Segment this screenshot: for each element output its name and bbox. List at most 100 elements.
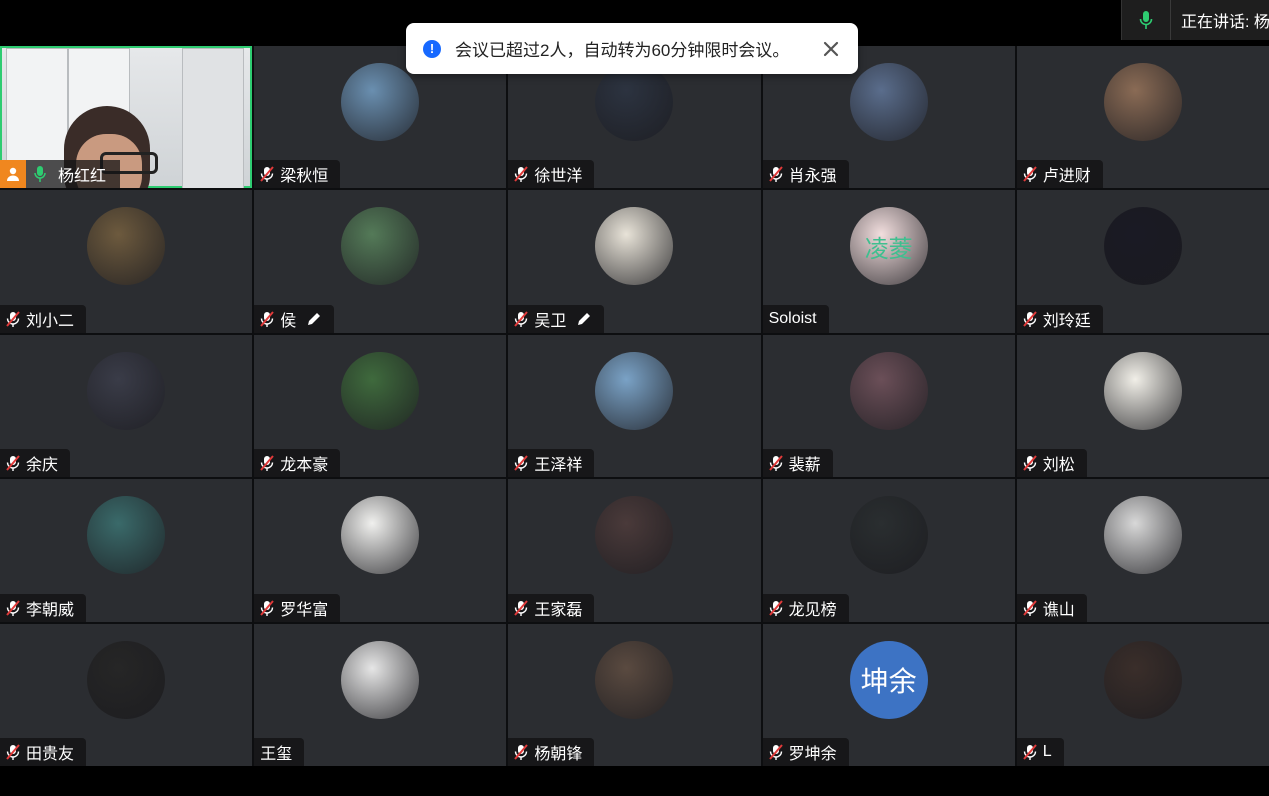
video-grid: 杨红红 梁秋恒 徐世洋 肖永强 卢进财 刘小二侯吴卫 凌菱 Soloist 刘玲廷 余庆 龙本豪王… [0, 46, 1269, 766]
nameplate: 徐世洋 [508, 160, 595, 189]
participant-name: 余庆 [26, 457, 59, 475]
participant-tile[interactable]: 王家磊 [508, 479, 761, 622]
participant-tile[interactable]: 坤余 罗坤余 [762, 623, 1015, 766]
participant-name: 王玺 [260, 745, 293, 763]
self-video-tile[interactable]: 杨红红 [0, 46, 253, 189]
nameplate: 梁秋恒 [254, 160, 341, 189]
participant-tile[interactable]: 王玺 [254, 623, 507, 766]
avatar [595, 640, 674, 719]
mic-muted-icon [767, 454, 785, 472]
participant-tile[interactable]: 侯 [254, 190, 507, 333]
participant-tile[interactable]: 卢进财 [1016, 46, 1269, 189]
participant-name: 罗坤余 [788, 745, 837, 763]
participant-tile[interactable]: 田贵友 [0, 623, 253, 766]
close-icon[interactable] [822, 40, 840, 58]
mic-muted-icon [1021, 310, 1039, 328]
avatar [87, 351, 166, 430]
participant-name: 吴卫 [534, 312, 567, 330]
participant-name: 田贵友 [26, 745, 75, 763]
avatar [849, 496, 928, 575]
speaking-indicator: 正在讲话: 杨 [1121, 0, 1269, 40]
mic-muted-icon [258, 454, 276, 472]
participant-name: 李朝威 [26, 601, 75, 619]
speaking-label: 正在讲话: 杨 [1181, 14, 1269, 31]
mic-muted-icon [767, 165, 785, 183]
nameplate: 田贵友 [0, 737, 87, 766]
participant-tile[interactable]: 凌菱 Soloist [762, 190, 1015, 333]
avatar: 凌菱 [849, 207, 928, 286]
avatar [1103, 207, 1182, 286]
notice-text: 会议已超过2人，自动转为60分钟限时会议。 [455, 41, 790, 60]
participant-name: 罗华富 [280, 601, 329, 619]
participant-tile[interactable]: 刘松 [1016, 334, 1269, 478]
nameplate: Soloist [762, 304, 829, 333]
participant-name: 王家磊 [534, 601, 583, 619]
mic-muted-icon [1021, 599, 1039, 617]
mic-muted-icon [512, 599, 530, 617]
participant-name: 杨朝锋 [534, 745, 583, 763]
mic-muted-icon [767, 743, 785, 761]
avatar [849, 351, 928, 430]
mic-muted-icon [512, 310, 530, 328]
participant-tile[interactable]: 余庆 [0, 334, 253, 478]
nameplate: 王家磊 [508, 593, 595, 622]
participant-tile[interactable]: 龙见榜 [762, 479, 1015, 622]
meeting-limit-notice: ! 会议已超过2人，自动转为60分钟限时会议。 [406, 23, 858, 74]
participant-name: 杨红红 [58, 168, 107, 186]
nameplate: L [1016, 737, 1064, 766]
avatar [341, 63, 420, 141]
nameplate: 刘松 [1016, 449, 1087, 478]
participant-tile[interactable]: 龙本豪 [254, 334, 507, 478]
participant-tile[interactable]: 裴薪 [762, 334, 1015, 478]
avatar [1103, 351, 1182, 430]
avatar [595, 496, 674, 575]
participant-tile[interactable]: L [1016, 623, 1269, 766]
mic-muted-icon [4, 599, 22, 617]
participant-tile[interactable]: 谯山 [1016, 479, 1269, 622]
participant-name: 王泽祥 [534, 457, 583, 475]
nameplate: 肖永强 [762, 160, 849, 189]
mic-muted-icon [258, 165, 276, 183]
participant-name: 刘玲廷 [1042, 312, 1091, 330]
mic-muted-icon [1021, 743, 1039, 761]
bottom-bar [0, 766, 1269, 796]
nameplate: 王玺 [254, 737, 305, 766]
nameplate: 谯山 [1016, 593, 1087, 622]
nameplate: 杨朝锋 [508, 737, 595, 766]
mic-muted-icon [258, 599, 276, 617]
mic-muted-icon [512, 165, 530, 183]
nameplate: 侯 [254, 304, 335, 333]
mic-muted-icon [258, 310, 276, 328]
participant-tile[interactable]: 罗华富 [254, 479, 507, 622]
participant-name: 龙本豪 [280, 457, 329, 475]
participant-name: 肖永强 [788, 168, 837, 186]
info-icon: ! [423, 39, 441, 58]
avatar [341, 496, 420, 575]
participant-name: Soloist [768, 309, 817, 327]
nameplate: 余庆 [0, 449, 71, 478]
participant-tile[interactable]: 刘玲廷 [1016, 190, 1269, 333]
participant-tile[interactable]: 杨朝锋 [508, 623, 761, 766]
mic-muted-icon [4, 454, 22, 472]
participant-tile[interactable]: 刘小二 [0, 190, 253, 333]
nameplate: 龙见榜 [762, 593, 849, 622]
participant-tile[interactable]: 李朝威 [0, 479, 253, 622]
nameplate: 罗华富 [254, 593, 341, 622]
participant-tile[interactable]: 吴卫 [508, 190, 761, 333]
avatar [87, 496, 166, 575]
avatar [849, 63, 928, 141]
avatar [87, 640, 166, 719]
avatar [1103, 496, 1182, 575]
avatar [595, 63, 674, 141]
pencil-icon [576, 311, 592, 327]
avatar [341, 351, 420, 430]
participant-name: 梁秋恒 [280, 168, 329, 186]
participant-tile[interactable]: 王泽祥 [508, 334, 761, 478]
mic-muted-icon [767, 599, 785, 617]
nameplate: 刘玲廷 [1016, 304, 1103, 333]
participant-name: 刘小二 [26, 312, 75, 330]
participant-name: 侯 [280, 312, 297, 330]
participant-name: 徐世洋 [534, 168, 583, 186]
participant-name: 刘松 [1042, 457, 1075, 475]
participant-name: L [1042, 742, 1052, 760]
